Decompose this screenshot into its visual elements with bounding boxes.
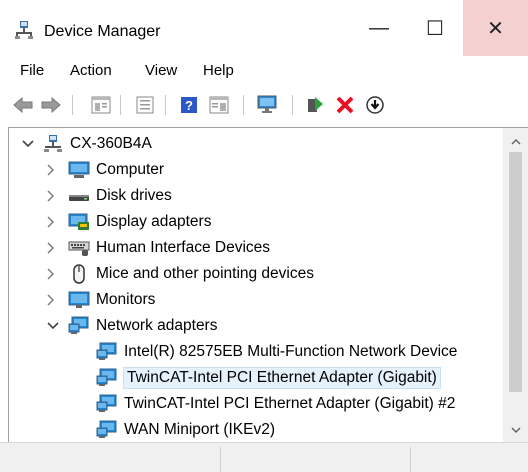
tree-device-label: WAN Miniport (IKEv2)	[124, 420, 276, 438]
tree-category-label: Disk drives	[96, 186, 172, 204]
close-button[interactable]: ✕	[463, 0, 528, 56]
tree-category-human-interface-devices[interactable]: Human Interface Devices	[9, 235, 270, 260]
status-divider	[410, 447, 411, 472]
menu-file[interactable]: File	[20, 62, 44, 79]
toolbar-separator	[165, 95, 166, 115]
network-adapter-icon	[96, 368, 118, 388]
tree-root-label: CX-360B4A	[70, 134, 152, 152]
tree-device-wan-miniport[interactable]: WAN Miniport (IKEv2)	[9, 417, 275, 442]
back-icon[interactable]	[12, 94, 34, 116]
network-adapter-icon	[68, 316, 90, 336]
status-divider	[220, 447, 221, 472]
vertical-scrollbar[interactable]	[503, 128, 528, 442]
help-icon[interactable]: ?	[178, 94, 200, 116]
scrollbar-thumb[interactable]	[509, 152, 522, 392]
device-manager-app-icon	[15, 21, 33, 39]
expand-chevron-icon[interactable]	[44, 215, 58, 229]
window-title: Device Manager	[44, 23, 161, 40]
forward-icon[interactable]	[40, 94, 62, 116]
network-adapter-icon	[96, 420, 118, 440]
menu-view[interactable]: View	[145, 62, 177, 79]
monitor-icon	[68, 290, 90, 310]
computer-network-icon	[42, 134, 64, 154]
menu-help[interactable]: Help	[203, 62, 234, 79]
collapse-chevron-icon[interactable]	[46, 319, 60, 333]
tree-device-intel-82575eb[interactable]: Intel(R) 82575EB Multi-Function Network …	[9, 339, 457, 364]
toolbar-separator	[120, 95, 121, 115]
close-icon: ✕	[487, 17, 504, 40]
tree-device-twincat-gigabit-2[interactable]: TwinCAT-Intel PCI Ethernet Adapter (Giga…	[9, 391, 455, 416]
scroll-up-arrow-icon[interactable]	[503, 132, 528, 152]
menu-action[interactable]: Action	[70, 62, 112, 79]
tree-category-display-adapters[interactable]: Display adapters	[9, 209, 211, 234]
tree-root-computer[interactable]: CX-360B4A	[9, 131, 152, 156]
network-adapter-icon	[96, 394, 118, 414]
hid-icon	[68, 238, 90, 258]
display-adapter-icon	[68, 212, 90, 232]
tree-device-label: Intel(R) 82575EB Multi-Function Network …	[124, 342, 458, 360]
tree-category-mice[interactable]: Mice and other pointing devices	[9, 261, 314, 286]
svg-text:?: ?	[185, 98, 193, 113]
tree-category-label: Computer	[96, 160, 165, 178]
mouse-icon	[68, 263, 90, 284]
tree-device-label: TwinCAT-Intel PCI Ethernet Adapter (Giga…	[124, 394, 456, 412]
expand-chevron-icon[interactable]	[44, 293, 58, 307]
tree-device-label-selected: TwinCAT-Intel PCI Ethernet Adapter (Giga…	[123, 366, 441, 389]
minimize-button[interactable]: —	[351, 0, 407, 56]
maximize-icon: ☐	[426, 17, 444, 40]
toolbar-separator	[292, 95, 293, 115]
minimize-icon: —	[369, 16, 389, 39]
show-hidden-icon[interactable]	[134, 94, 156, 116]
tree-device-twincat-gigabit[interactable]: TwinCAT-Intel PCI Ethernet Adapter (Giga…	[9, 365, 441, 390]
scan-hardware-icon[interactable]	[256, 94, 278, 116]
tree-category-label: Display adapters	[96, 212, 212, 230]
properties-icon[interactable]	[90, 94, 112, 116]
toolbar-separator	[72, 95, 73, 115]
scroll-down-arrow-icon[interactable]	[503, 420, 528, 440]
device-tree[interactable]: CX-360B4A Computer Disk drives Display a…	[8, 127, 528, 442]
network-adapter-icon	[96, 342, 118, 362]
tree-category-label: Human Interface Devices	[96, 238, 271, 256]
expand-chevron-icon[interactable]	[44, 189, 58, 203]
menu-bar: File Action View Help	[0, 56, 528, 86]
toolbar-separator	[243, 95, 244, 115]
status-bar	[0, 442, 528, 472]
tree-category-label: Mice and other pointing devices	[96, 264, 314, 282]
tree-category-computer[interactable]: Computer	[9, 157, 164, 182]
title-bar: Device Manager — ☐ ✕	[0, 0, 528, 56]
maximize-button[interactable]: ☐	[407, 0, 463, 56]
tree-category-monitors[interactable]: Monitors	[9, 287, 155, 312]
view-resources-icon[interactable]	[208, 94, 230, 116]
disk-drive-icon	[68, 186, 90, 206]
disable-device-icon[interactable]	[364, 94, 386, 116]
tree-category-label: Network adapters	[96, 316, 218, 334]
computer-icon	[68, 160, 90, 180]
uninstall-icon[interactable]	[334, 94, 356, 116]
collapse-chevron-icon[interactable]	[21, 137, 35, 151]
expand-chevron-icon[interactable]	[44, 241, 58, 255]
tree-category-label: Monitors	[96, 290, 156, 308]
expand-chevron-icon[interactable]	[44, 267, 58, 281]
update-driver-icon[interactable]	[304, 94, 326, 116]
tree-category-disk-drives[interactable]: Disk drives	[9, 183, 172, 208]
tree-category-network-adapters[interactable]: Network adapters	[9, 313, 217, 338]
toolbar: ?	[0, 86, 528, 124]
expand-chevron-icon[interactable]	[44, 163, 58, 177]
